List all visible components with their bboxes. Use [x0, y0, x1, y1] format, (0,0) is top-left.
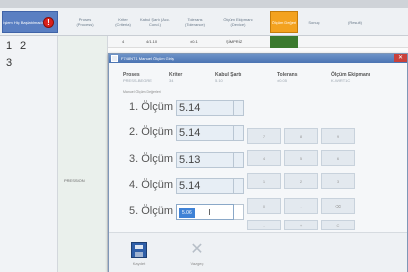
header-acc-cond: Kabul Şartı (Acc. Cond.) [140, 17, 171, 27]
text-caret [208, 209, 210, 215]
save-icon[interactable] [131, 242, 147, 258]
section-title: Manuel Ölçüm Değerleri [123, 90, 161, 94]
measurement-input-3-ext [234, 152, 244, 168]
header-tolerance: Tolerans (Tolerance) [184, 17, 205, 27]
table-header: İşlem Hiç Başlatılmadı ! Proses (Process… [0, 8, 408, 36]
cancel-label[interactable]: Vazgeç [187, 261, 207, 266]
keypad-key-8[interactable]: 8 [284, 128, 318, 144]
keypad-key-4[interactable]: 4 [247, 150, 281, 166]
window-icon [111, 55, 118, 62]
measurement-input-4-ext [234, 178, 244, 194]
keypad-key-plus[interactable]: + [284, 220, 318, 230]
measurement-input-5-ext [234, 204, 244, 220]
cell-criteria: 4 [122, 39, 125, 44]
measurement-input-1-ext [234, 100, 244, 116]
ekipman-value: K-WIRT1C [331, 78, 351, 83]
header-measure: Ölçüm Değeri [270, 11, 298, 33]
keypad-key-minus[interactable]: - [247, 220, 281, 230]
row-index-2[interactable]: 2 [20, 40, 26, 52]
keypad-key-dot[interactable]: . [284, 198, 318, 214]
stop-icon: ! [43, 17, 54, 28]
measurement-input-5-selection: 5.06 [179, 208, 195, 218]
measurement-input-2-ext [234, 125, 244, 141]
keypad-key-5[interactable]: 5 [284, 150, 318, 166]
keypad-key-7[interactable]: 7 [247, 128, 281, 144]
measurement-label-4: 4. Ölçüm [128, 179, 173, 191]
row-index-1[interactable]: 1 [6, 40, 12, 52]
measurement-label-2: 2. Ölçüm [128, 126, 173, 138]
status-header[interactable]: İşlem Hiç Başlatılmadı ! [2, 11, 58, 33]
header-process: Proses (Process) [76, 17, 94, 27]
index-column: 1 2 3 [0, 36, 58, 272]
measurement-input-1[interactable]: 5.14 [176, 100, 234, 116]
tolerans-value: ±0.05 [277, 78, 287, 83]
dialog-footer [109, 232, 407, 272]
dialog-title: F748NT1 Manuel Ölçüm Giriş [121, 56, 174, 61]
header-criteria: Kriter (Criteria) [115, 17, 131, 27]
table-row[interactable]: 4 4/1.10 ±0.1 ŞİMPRİZ [108, 36, 408, 48]
top-strip [0, 0, 408, 8]
keypad-key-backspace[interactable]: ⌫ [321, 198, 355, 214]
header-result-en: (Result) [347, 19, 362, 25]
kabul-value: 5.10 [215, 78, 223, 83]
keypad-key-9[interactable]: 9 [321, 128, 355, 144]
measurement-input-3[interactable]: 5.13 [176, 152, 234, 168]
keypad-key-2[interactable]: 2 [284, 173, 318, 189]
keypad-key-6[interactable]: 6 [321, 150, 355, 166]
measurement-label-3: 3. Ölçüm [128, 153, 173, 165]
keypad-key-3[interactable]: 3 [321, 173, 355, 189]
measurement-label-1: 1. Ölçüm [128, 101, 173, 113]
kriter-value: 34 [169, 78, 174, 83]
cancel-icon[interactable]: ✕ [189, 242, 205, 258]
keypad-key-clear[interactable]: C [321, 220, 355, 230]
cell-tolerance: ±0.1 [190, 39, 198, 44]
measurement-dialog: F748NT1 Manuel Ölçüm Giriş ✕ Proses PRES… [108, 53, 408, 272]
process-name: PRESSION [64, 178, 85, 183]
measurement-label-5: 5. Ölçüm [128, 205, 173, 217]
measurement-input-4[interactable]: 5.14 [176, 178, 234, 194]
process-column [58, 36, 108, 272]
row-index-3[interactable]: 3 [6, 57, 12, 69]
keypad-key-0[interactable]: 0 [247, 198, 281, 214]
cell-acc-cond: 4/1.10 [146, 39, 158, 44]
cell-device: ŞİMPRİZ [226, 39, 243, 44]
keypad-key-1[interactable]: 1 [247, 173, 281, 189]
close-button[interactable]: ✕ [394, 54, 407, 62]
dialog-titlebar[interactable]: F748NT1 Manuel Ölçüm Giriş ✕ [109, 54, 407, 63]
proses-value: PRESS-BEGRE [123, 78, 152, 83]
save-label[interactable]: Kaydet [129, 261, 149, 266]
measure-status-cell [270, 36, 298, 48]
header-result-tr: Sonuç [308, 19, 320, 25]
measurement-input-2[interactable]: 5.14 [176, 125, 234, 141]
measurement-input-5[interactable]: 5.06 [176, 204, 234, 220]
header-device: Ölçüm Ekipmanı (Device) [223, 17, 253, 27]
